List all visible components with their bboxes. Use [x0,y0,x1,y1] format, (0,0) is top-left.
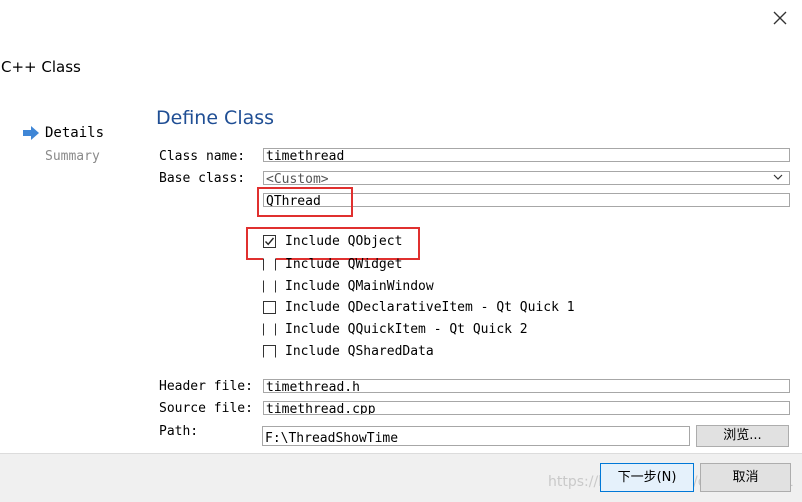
checkmark-icon [264,237,275,246]
class-name-label: Class name: [159,149,246,164]
header-file-input[interactable]: timethread.h [263,379,790,393]
class-name-input[interactable]: timethread [263,148,790,162]
custom-base-class-value: QThread [266,194,321,207]
checkbox-label: Include QDeclarativeItem - Qt Quick 1 [285,300,575,315]
custom-base-class-input[interactable]: QThread [263,193,790,207]
checkbox-label: Include QMainWindow [285,279,434,294]
base-class-label: Base class: [159,171,246,186]
page-heading: Define Class [156,107,275,129]
header-file-value: timethread.h [266,380,360,393]
checkbox-box[interactable] [263,258,276,271]
header-file-label: Header file: [159,379,253,394]
chevron-down-icon [773,174,783,180]
cancel-button[interactable]: 取消 [700,463,791,492]
step-details: Details [45,125,105,141]
checkbox-box[interactable] [263,280,276,293]
source-file-label: Source file: [159,401,253,416]
next-button[interactable]: 下一步(N) [600,463,694,492]
checkbox-label: Include QObject [285,234,403,249]
step-summary: Summary [45,149,100,164]
base-class-select[interactable]: <Custom> [263,171,790,185]
path-input[interactable]: F:\ThreadShowTime [262,426,690,446]
base-class-selected: <Custom> [266,172,329,185]
browse-button[interactable]: 浏览... [696,425,789,447]
path-label: Path: [159,424,199,439]
checkbox-label: Include QSharedData [285,344,434,359]
checkbox-box[interactable] [263,301,276,314]
path-value: F:\ThreadShowTime [265,431,399,446]
window-title: C++ Class [1,58,81,76]
checkbox-label: Include QQuickItem - Qt Quick 2 [285,322,528,337]
arrow-right-icon [23,126,39,140]
checkbox-label: Include QWidget [285,257,403,272]
source-file-input[interactable]: timethread.cpp [263,401,790,415]
source-file-value: timethread.cpp [266,402,376,415]
class-name-value: timethread [266,149,345,162]
checkbox-box[interactable] [263,345,276,358]
checkbox-box[interactable] [263,235,276,248]
checkbox-box[interactable] [263,323,276,336]
close-icon [773,11,787,25]
close-button[interactable] [766,6,794,32]
